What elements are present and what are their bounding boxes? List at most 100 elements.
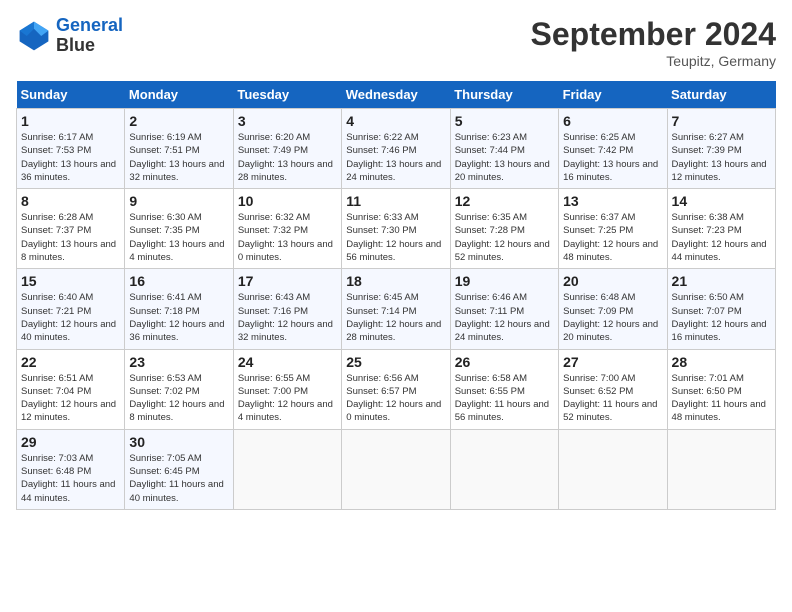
day-number: 2	[129, 113, 228, 129]
calendar-header-row: SundayMondayTuesdayWednesdayThursdayFrid…	[17, 81, 776, 109]
day-number: 25	[346, 354, 445, 370]
calendar-cell: 8Sunrise: 6:28 AM Sunset: 7:37 PM Daylig…	[17, 189, 125, 269]
day-info: Sunrise: 7:05 AM Sunset: 6:45 PM Dayligh…	[129, 452, 228, 505]
day-info: Sunrise: 6:40 AM Sunset: 7:21 PM Dayligh…	[21, 291, 120, 344]
day-number: 20	[563, 273, 662, 289]
calendar-week-row: 1 Sunrise: 6:17 AM Sunset: 7:53 PM Daylig…	[17, 109, 776, 189]
day-info: Sunrise: 6:45 AM Sunset: 7:14 PM Dayligh…	[346, 291, 445, 344]
day-info: Sunrise: 6:20 AM Sunset: 7:49 PM Dayligh…	[238, 131, 337, 184]
day-number: 1	[21, 113, 120, 129]
day-number: 13	[563, 193, 662, 209]
calendar-cell: 29Sunrise: 7:03 AM Sunset: 6:48 PM Dayli…	[17, 429, 125, 509]
calendar-cell: 26 Sunrise: 6:58 AM Sunset: 6:55 PM Dayli…	[450, 349, 558, 429]
day-number: 22	[21, 354, 120, 370]
calendar-cell: 5 Sunrise: 6:23 AM Sunset: 7:44 PM Daylig…	[450, 109, 558, 189]
day-info: Sunrise: 6:25 AM Sunset: 7:42 PM Dayligh…	[563, 131, 662, 184]
calendar-cell: 7 Sunrise: 6:27 AM Sunset: 7:39 PM Daylig…	[667, 109, 775, 189]
day-info: Sunrise: 7:01 AM Sunset: 6:50 PM Dayligh…	[672, 372, 771, 425]
calendar-cell: 30 Sunrise: 7:05 AM Sunset: 6:45 PM Dayli…	[125, 429, 233, 509]
page-header: General Blue September 2024 Teupitz, Ger…	[16, 16, 776, 69]
day-number: 26	[455, 354, 554, 370]
day-number: 24	[238, 354, 337, 370]
day-info: Sunrise: 6:51 AM Sunset: 7:04 PM Dayligh…	[21, 372, 120, 425]
day-info: Sunrise: 6:17 AM Sunset: 7:53 PM Dayligh…	[21, 131, 120, 184]
calendar-cell: 10 Sunrise: 6:32 AM Sunset: 7:32 PM Dayli…	[233, 189, 341, 269]
day-info: Sunrise: 6:23 AM Sunset: 7:44 PM Dayligh…	[455, 131, 554, 184]
calendar-cell: 19 Sunrise: 6:46 AM Sunset: 7:11 PM Dayli…	[450, 269, 558, 349]
calendar-week-row: 8Sunrise: 6:28 AM Sunset: 7:37 PM Daylig…	[17, 189, 776, 269]
day-info: Sunrise: 7:00 AM Sunset: 6:52 PM Dayligh…	[563, 372, 662, 425]
calendar-table: SundayMondayTuesdayWednesdayThursdayFrid…	[16, 81, 776, 510]
day-info: Sunrise: 6:35 AM Sunset: 7:28 PM Dayligh…	[455, 211, 554, 264]
day-number: 27	[563, 354, 662, 370]
header-saturday: Saturday	[667, 81, 775, 109]
location: Teupitz, Germany	[531, 53, 776, 69]
header-sunday: Sunday	[17, 81, 125, 109]
calendar-week-row: 29Sunrise: 7:03 AM Sunset: 6:48 PM Dayli…	[17, 429, 776, 509]
month-title: September 2024	[531, 16, 776, 53]
calendar-cell: 13Sunrise: 6:37 AM Sunset: 7:25 PM Dayli…	[559, 189, 667, 269]
header-friday: Friday	[559, 81, 667, 109]
calendar-cell: 11 Sunrise: 6:33 AM Sunset: 7:30 PM Dayli…	[342, 189, 450, 269]
logo-text: General Blue	[56, 16, 123, 56]
day-number: 16	[129, 273, 228, 289]
day-info: Sunrise: 6:27 AM Sunset: 7:39 PM Dayligh…	[672, 131, 771, 184]
calendar-cell: 12 Sunrise: 6:35 AM Sunset: 7:28 PM Dayli…	[450, 189, 558, 269]
calendar-cell: 20Sunrise: 6:48 AM Sunset: 7:09 PM Dayli…	[559, 269, 667, 349]
day-info: Sunrise: 6:50 AM Sunset: 7:07 PM Dayligh…	[672, 291, 771, 344]
day-number: 5	[455, 113, 554, 129]
day-number: 30	[129, 434, 228, 450]
calendar-week-row: 15 Sunrise: 6:40 AM Sunset: 7:21 PM Dayli…	[17, 269, 776, 349]
calendar-cell: 24 Sunrise: 6:55 AM Sunset: 7:00 PM Dayli…	[233, 349, 341, 429]
calendar-cell: 15 Sunrise: 6:40 AM Sunset: 7:21 PM Dayli…	[17, 269, 125, 349]
day-number: 7	[672, 113, 771, 129]
header-monday: Monday	[125, 81, 233, 109]
day-number: 19	[455, 273, 554, 289]
calendar-cell	[667, 429, 775, 509]
calendar-cell: 27 Sunrise: 7:00 AM Sunset: 6:52 PM Dayli…	[559, 349, 667, 429]
calendar-cell: 22 Sunrise: 6:51 AM Sunset: 7:04 PM Dayli…	[17, 349, 125, 429]
day-info: Sunrise: 6:46 AM Sunset: 7:11 PM Dayligh…	[455, 291, 554, 344]
calendar-cell: 25Sunrise: 6:56 AM Sunset: 6:57 PM Dayli…	[342, 349, 450, 429]
calendar-week-row: 22 Sunrise: 6:51 AM Sunset: 7:04 PM Dayli…	[17, 349, 776, 429]
day-number: 18	[346, 273, 445, 289]
day-info: Sunrise: 6:58 AM Sunset: 6:55 PM Dayligh…	[455, 372, 554, 425]
header-tuesday: Tuesday	[233, 81, 341, 109]
logo-icon	[16, 18, 52, 54]
calendar-cell: 3Sunrise: 6:20 AM Sunset: 7:49 PM Daylig…	[233, 109, 341, 189]
day-number: 17	[238, 273, 337, 289]
day-info: Sunrise: 6:19 AM Sunset: 7:51 PM Dayligh…	[129, 131, 228, 184]
calendar-cell: 9Sunrise: 6:30 AM Sunset: 7:35 PM Daylig…	[125, 189, 233, 269]
day-number: 6	[563, 113, 662, 129]
day-number: 11	[346, 193, 445, 209]
day-number: 29	[21, 434, 120, 450]
day-number: 28	[672, 354, 771, 370]
calendar-cell: 1 Sunrise: 6:17 AM Sunset: 7:53 PM Daylig…	[17, 109, 125, 189]
calendar-cell: 18 Sunrise: 6:45 AM Sunset: 7:14 PM Dayli…	[342, 269, 450, 349]
day-info: Sunrise: 6:28 AM Sunset: 7:37 PM Dayligh…	[21, 211, 120, 264]
header-thursday: Thursday	[450, 81, 558, 109]
day-number: 10	[238, 193, 337, 209]
day-info: Sunrise: 6:32 AM Sunset: 7:32 PM Dayligh…	[238, 211, 337, 264]
calendar-cell: 17 Sunrise: 6:43 AM Sunset: 7:16 PM Dayli…	[233, 269, 341, 349]
day-number: 14	[672, 193, 771, 209]
day-number: 4	[346, 113, 445, 129]
calendar-cell: 2 Sunrise: 6:19 AM Sunset: 7:51 PM Daylig…	[125, 109, 233, 189]
day-info: Sunrise: 6:38 AM Sunset: 7:23 PM Dayligh…	[672, 211, 771, 264]
day-info: Sunrise: 6:43 AM Sunset: 7:16 PM Dayligh…	[238, 291, 337, 344]
calendar-cell	[233, 429, 341, 509]
logo: General Blue	[16, 16, 123, 56]
day-info: Sunrise: 6:30 AM Sunset: 7:35 PM Dayligh…	[129, 211, 228, 264]
calendar-cell: 6 Sunrise: 6:25 AM Sunset: 7:42 PM Daylig…	[559, 109, 667, 189]
day-number: 12	[455, 193, 554, 209]
calendar-cell: 16Sunrise: 6:41 AM Sunset: 7:18 PM Dayli…	[125, 269, 233, 349]
calendar-cell: 23Sunrise: 6:53 AM Sunset: 7:02 PM Dayli…	[125, 349, 233, 429]
calendar-cell: 21Sunrise: 6:50 AM Sunset: 7:07 PM Dayli…	[667, 269, 775, 349]
day-info: Sunrise: 6:53 AM Sunset: 7:02 PM Dayligh…	[129, 372, 228, 425]
day-number: 15	[21, 273, 120, 289]
day-info: Sunrise: 6:55 AM Sunset: 7:00 PM Dayligh…	[238, 372, 337, 425]
calendar-cell	[342, 429, 450, 509]
calendar-cell	[559, 429, 667, 509]
day-info: Sunrise: 6:33 AM Sunset: 7:30 PM Dayligh…	[346, 211, 445, 264]
title-block: September 2024 Teupitz, Germany	[531, 16, 776, 69]
